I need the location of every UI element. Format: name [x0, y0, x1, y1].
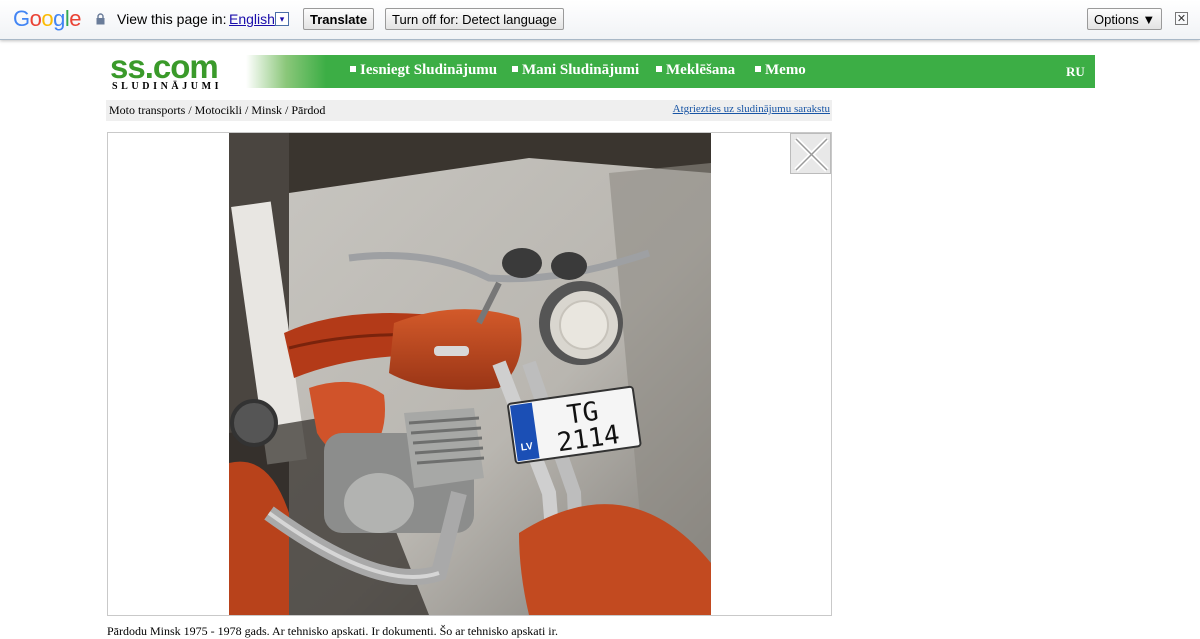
nav-label: Iesniegt Sludinājumu — [360, 62, 498, 78]
language-switch-ru[interactable]: RU — [1066, 64, 1085, 80]
nav-label: Mani Sludinājumi — [522, 62, 640, 78]
photo-viewer: LV TG 2114 — [107, 132, 832, 616]
lock-icon — [96, 13, 105, 25]
translate-button[interactable]: Translate — [303, 8, 375, 30]
bullet-icon — [656, 66, 662, 72]
nav-submit-ad[interactable]: Iesniegt Sludinājumu — [350, 62, 497, 79]
turn-off-button[interactable]: Turn off for: Detect language — [385, 8, 564, 30]
nav-my-ads[interactable]: Mani Sludinājumi — [512, 62, 639, 79]
nav-memo[interactable]: Memo — [755, 62, 806, 79]
language-link[interactable]: English — [229, 11, 275, 27]
breadcrumb: Moto transports / Motocikli / Minsk / Pā… — [106, 100, 832, 121]
language-dropdown-icon[interactable]: ▾ — [275, 12, 289, 26]
close-translate-icon[interactable]: ✕ — [1175, 12, 1188, 25]
google-logo: Google — [13, 6, 82, 31]
plate-country: LV — [520, 441, 534, 454]
bullet-icon — [512, 66, 518, 72]
breadcrumb-path[interactable]: Moto transports / Motocikli / Minsk / Pā… — [109, 103, 325, 118]
motorcycle-photo-illustration: LV TG 2114 — [229, 133, 711, 615]
close-x-icon[interactable] — [790, 133, 831, 174]
nav-label: Meklēšana — [666, 62, 736, 78]
site-logo[interactable]: ss.com SLUDINĀJUMI — [110, 48, 240, 92]
view-page-label: View this page in: — [117, 11, 227, 27]
bullet-icon — [755, 66, 761, 72]
translate-bar: Google View this page in: English ▾ Tran… — [0, 0, 1200, 40]
listing-photo[interactable]: LV TG 2114 — [229, 133, 711, 615]
back-to-list-link[interactable]: Atgriezties uz sludinājumu sarakstu — [673, 103, 830, 115]
logo-main-text: ss.com — [110, 48, 219, 85]
nav-search[interactable]: Meklēšana — [656, 62, 735, 79]
nav-label: Memo — [765, 62, 806, 78]
options-button[interactable]: Options ▼ — [1087, 8, 1163, 30]
bullet-icon — [350, 66, 356, 72]
logo-sub-text: SLUDINĀJUMI — [112, 81, 223, 92]
listing-description: Pārdodu Minsk 1975 - 1978 gads. Ar tehni… — [107, 624, 558, 638]
